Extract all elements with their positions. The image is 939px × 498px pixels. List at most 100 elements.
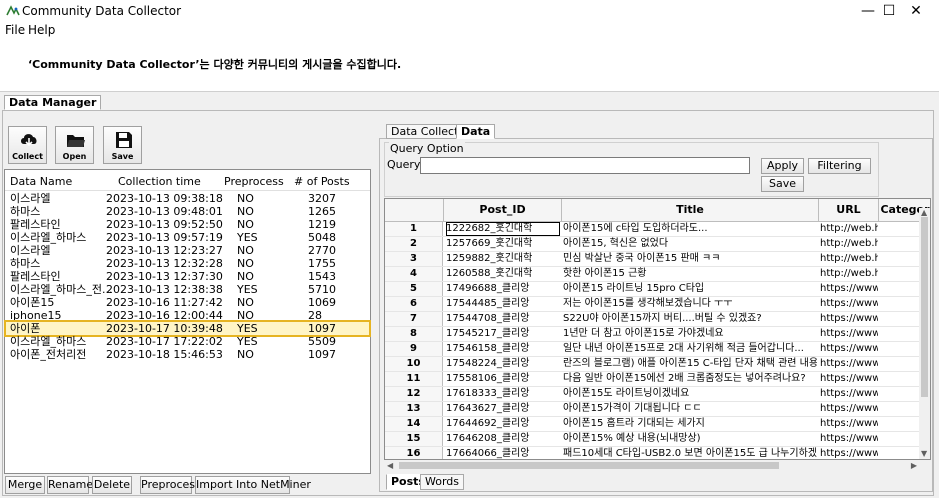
- title-cell[interactable]: 아이폰15에 c타입 도입하더라도...: [563, 222, 817, 236]
- title-cell[interactable]: 저는 아이폰15를 생각해보겠습니다 ㅜㅜ: [563, 297, 817, 311]
- title-cell[interactable]: 1년만 더 참고 아이폰15로 가야겠네요: [563, 327, 817, 341]
- list-item[interactable]: 아이폰 2023-10-17 10:39:48 YES 1097: [4, 320, 371, 337]
- post-id-cell[interactable]: 17643627_클리앙: [446, 402, 560, 416]
- table-row[interactable]: 3 1259882_훗긴대학 민심 박살난 중국 아이폰15 판매 ㅋㅋ http:/…: [385, 252, 925, 267]
- title-cell[interactable]: 아이폰15 라이트닝 15pro C타입: [563, 282, 817, 296]
- list-item[interactable]: 이스라엘 2023-10-13 09:38:18 NO 3207: [6, 192, 369, 205]
- import-netminer-button[interactable]: Import Into NetMiner: [195, 476, 311, 494]
- title-cell[interactable]: 아이폰15 홈트라 기대되는 세가지: [563, 417, 817, 431]
- url-cell[interactable]: http://web.humoruniv.co: [820, 252, 878, 266]
- row-number-cell[interactable]: 12: [385, 387, 443, 401]
- preprocess-button[interactable]: Preprocess: [140, 476, 201, 494]
- menu-help[interactable]: Help: [28, 23, 55, 37]
- post-id-cell[interactable]: 17496688_클리앙: [446, 282, 560, 296]
- grid-horizontal-scrollbar[interactable]: ◀ ▶: [385, 460, 919, 471]
- table-row[interactable]: 8 17545217_클리앙 1년만 더 참고 아이폰15로 가야겠네요 https:…: [385, 327, 925, 342]
- title-cell[interactable]: 아이폰15, 혁신은 없었다: [563, 237, 817, 251]
- scroll-down-icon[interactable]: ▼: [921, 449, 927, 459]
- table-row[interactable]: 7 17544708_클리앙 S22U야 아이폰15까지 버티....버틸 수 있겠…: [385, 312, 925, 327]
- url-cell[interactable]: https://www.c ien.net/se: [820, 282, 878, 296]
- title-cell[interactable]: 핫한 아이폰15 근황: [563, 267, 817, 281]
- table-row[interactable]: 10 17548224_클리앙 란즈의 블로그램) 애플 아이폰15 C-타입 단자…: [385, 357, 925, 372]
- rename-button[interactable]: Rename: [47, 476, 93, 494]
- row-number-cell[interactable]: 1: [385, 222, 443, 236]
- query-input[interactable]: [420, 157, 750, 174]
- horizontal-scroll-thumb[interactable]: [399, 462, 779, 469]
- list-item[interactable]: 하마스 2023-10-13 09:48:01 NO 1265: [6, 205, 369, 218]
- row-number-cell[interactable]: 11: [385, 372, 443, 386]
- col-preprocess[interactable]: Preprocess: [224, 175, 284, 188]
- post-id-cell[interactable]: 1259882_훗긴대학: [446, 252, 560, 266]
- table-row[interactable]: 15 17646208_클리앙 아이폰15% 예상 내용(뇌내망상) https://…: [385, 432, 925, 447]
- table-row[interactable]: 41260588_훗긴대학핫한 아이폰15 근황http://web.humor…: [385, 267, 925, 282]
- url-cell[interactable]: http://web.humoruniv.co: [820, 222, 878, 236]
- list-item[interactable]: 이스라엘_하마스_전... 2023-10-13 12:38:38 YES 5710: [6, 283, 369, 296]
- table-row[interactable]: 6 17544485_클리앙 저는 아이폰15를 생각해보겠습니다 ㅜㅜ https:…: [385, 297, 925, 312]
- post-id-cell[interactable]: 17548224_클리앙: [446, 357, 560, 371]
- title-cell[interactable]: 일단 내년 아이폰15프로 2대 사기위해 적금 들어갑니다...: [563, 342, 817, 356]
- post-id-cell[interactable]: 1260588_훗긴대학: [446, 267, 560, 281]
- post-id-cell[interactable]: 1257669_훗긴대학: [446, 237, 560, 251]
- url-cell[interactable]: https://www.c ien.net/se: [820, 372, 878, 386]
- title-cell[interactable]: 란즈의 블로그램) 애플 아이폰15 C-타입 단자 채택 관련 내용 정: [563, 357, 817, 371]
- url-cell[interactable]: https://www.c ien.net/se: [820, 312, 878, 326]
- vertical-scroll-thumb[interactable]: [921, 217, 928, 397]
- apply-button[interactable]: Apply: [761, 158, 804, 174]
- table-row[interactable]: 1 1222682_훗긴대학 아이폰15에 c타입 도입하더라도... http://…: [385, 222, 925, 237]
- url-cell[interactable]: https://www.c ien.net/se: [820, 447, 878, 459]
- col-collection-time[interactable]: Collection time: [118, 175, 201, 188]
- data-list[interactable]: Data Name Collection time Preprocess # o…: [4, 169, 371, 474]
- table-row[interactable]: 21257669_훗긴대학아이폰15, 혁신은 없었다http://web.hu…: [385, 237, 925, 252]
- row-number-cell[interactable]: 6: [385, 297, 443, 311]
- table-row[interactable]: 16 17664066_클리앙 패드10세대 C타입-USB2.0 보면 아이폰15…: [385, 447, 925, 459]
- grid-vertical-scrollbar[interactable]: ▲ ▼: [919, 208, 930, 459]
- post-id-cell[interactable]: 17646208_클리앙: [446, 432, 560, 446]
- tab-data[interactable]: Data: [456, 124, 496, 139]
- row-number-cell[interactable]: 8: [385, 327, 443, 341]
- row-number-cell[interactable]: 4: [385, 267, 443, 281]
- table-row[interactable]: 12 17618333_클리앙 아이폰15도 라이트닝이겠네요 https://www…: [385, 387, 925, 402]
- row-number-cell[interactable]: 10: [385, 357, 443, 371]
- post-id-cell[interactable]: 17544485_클리앙: [446, 297, 560, 311]
- list-item[interactable]: 팔레스타인 2023-10-13 12:37:30 NO 1543: [6, 270, 369, 283]
- list-item[interactable]: iphone15 2023-10-16 12:00:44 NO 28: [6, 309, 369, 322]
- row-number-cell[interactable]: 3: [385, 252, 443, 266]
- table-row[interactable]: 13 17643627_클리앙 아이폰15가격이 기대됩니다 ㄷㄷ https://w…: [385, 402, 925, 417]
- posts-grid[interactable]: Post_ID Title URL Categor 1 1222682_훗긴대학 아…: [384, 198, 931, 460]
- row-number-cell[interactable]: 9: [385, 342, 443, 356]
- row-number-cell[interactable]: 15: [385, 432, 443, 446]
- post-id-cell[interactable]: 17664066_클리앙: [446, 447, 560, 459]
- row-number-cell[interactable]: 16: [385, 447, 443, 459]
- table-row[interactable]: 14 17644692_클리앙 아이폰15 홈트라 기대되는 세가지 https://…: [385, 417, 925, 432]
- list-item[interactable]: 팔레스타인 2023-10-13 09:52:50 NO 1219: [6, 218, 369, 231]
- title-cell[interactable]: 아이폰15도 라이트닝이겠네요: [563, 387, 817, 401]
- scroll-right-icon[interactable]: ▶: [911, 461, 917, 471]
- post-id-cell[interactable]: 1222682_훗긴대학: [446, 222, 560, 236]
- title-cell[interactable]: 아이폰15% 예상 내용(뇌내망상): [563, 432, 817, 446]
- open-button[interactable]: Open: [55, 126, 94, 164]
- row-number-cell[interactable]: 7: [385, 312, 443, 326]
- tab-words[interactable]: Words: [420, 474, 465, 490]
- col-num-posts[interactable]: # of Posts: [294, 175, 350, 188]
- filtering-button[interactable]: Filtering: [808, 158, 871, 174]
- post-id-cell[interactable]: 17544708_클리앙: [446, 312, 560, 326]
- table-row[interactable]: 11 17558106_클리앙 다음 일반 아이폰15에선 2배 크롭줌정도는 넣어…: [385, 372, 925, 387]
- title-cell[interactable]: 민심 박살난 중국 아이폰15 판매 ㅋㅋ: [563, 252, 817, 266]
- close-button[interactable]: ✕: [893, 0, 939, 22]
- url-cell[interactable]: https://www.c ien.net/se: [820, 432, 878, 446]
- save-button[interactable]: Save: [103, 126, 142, 164]
- url-cell[interactable]: https://www.c ien.net/se: [820, 417, 878, 431]
- url-cell[interactable]: https://www.c ien.net/se: [820, 297, 878, 311]
- menu-file[interactable]: File: [5, 23, 25, 37]
- delete-button[interactable]: Delete: [92, 476, 132, 494]
- tab-data-manager[interactable]: Data Manager: [4, 95, 102, 110]
- post-id-cell[interactable]: 17546158_클리앙: [446, 342, 560, 356]
- url-cell[interactable]: https://www.c ien.net/se: [820, 342, 878, 356]
- list-item[interactable]: 아이폰15 2023-10-16 11:27:42 NO 1069: [6, 296, 369, 309]
- list-item[interactable]: 아이폰_전처리전 2023-10-18 15:46:53 NO 1097: [6, 348, 369, 361]
- url-cell[interactable]: https://www.c ien.net/se: [820, 357, 878, 371]
- row-number-cell[interactable]: 14: [385, 417, 443, 431]
- title-cell[interactable]: 아이폰15가격이 기대됩니다 ㄷㄷ: [563, 402, 817, 416]
- scroll-left-icon[interactable]: ◀: [387, 461, 393, 471]
- col-data-name[interactable]: Data Name: [10, 175, 72, 188]
